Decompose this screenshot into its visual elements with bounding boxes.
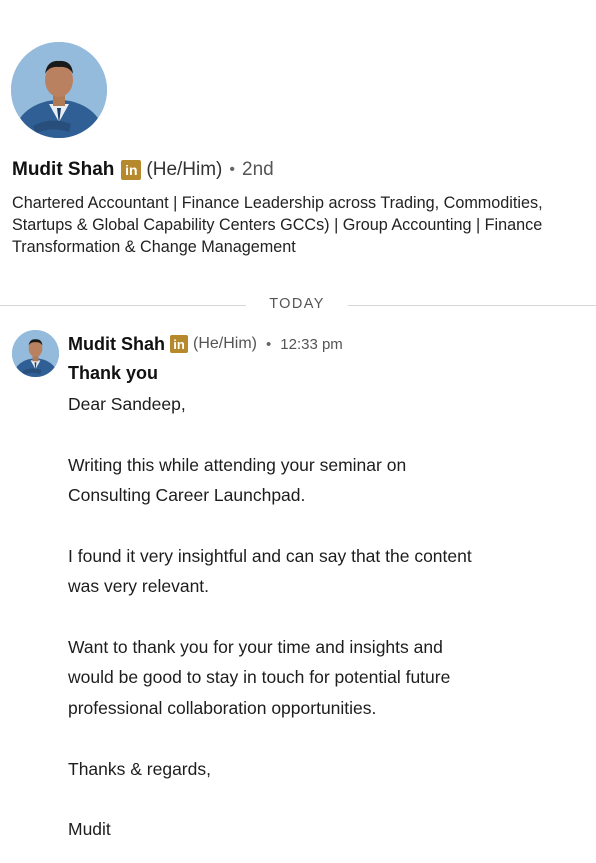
- profile-photo: [11, 42, 107, 138]
- profile-pronouns: (He/Him): [146, 159, 223, 180]
- date-divider-line-left: [0, 305, 246, 306]
- connection-degree: 2nd: [242, 159, 274, 180]
- message-timestamp: 12:33 pm: [280, 335, 343, 353]
- message-line: Want to thank you for your time and insi…: [68, 637, 443, 657]
- sender-name[interactable]: Mudit Shah: [68, 334, 165, 355]
- message-line: Mudit: [68, 819, 111, 839]
- profile-avatar[interactable]: [11, 42, 107, 138]
- profile-name[interactable]: Mudit Shah: [12, 159, 114, 181]
- message-line: was very relevant.: [68, 576, 210, 596]
- sender-avatar[interactable]: [12, 330, 59, 377]
- profile-headline: Chartered Accountant | Finance Leadershi…: [12, 194, 543, 256]
- message-subject: Thank you: [68, 363, 159, 383]
- message-header: Mudit Shah in (He/Him) • 12:33 pm: [68, 331, 343, 357]
- sender-photo: [12, 330, 59, 377]
- date-divider-label: TODAY: [269, 296, 325, 312]
- message-line: Consulting Career Launchpad.: [68, 485, 306, 505]
- sender-pronouns: (He/Him): [193, 335, 257, 352]
- message-line: Writing this while attending your semina…: [68, 455, 407, 475]
- linkedin-premium-icon: in: [121, 160, 142, 180]
- message-line: Thanks & regards,: [68, 759, 211, 779]
- message-line: professional collaboration opportunities…: [68, 698, 377, 718]
- message-line: Dear Sandeep,: [68, 394, 186, 414]
- separator-dot: •: [266, 335, 272, 353]
- message-line: would be good to stay in touch for poten…: [68, 667, 451, 687]
- linkedin-premium-icon: in: [170, 335, 188, 353]
- date-divider-line-right: [348, 305, 596, 306]
- profile-name-row: Mudit Shah in (He/Him) • 2nd: [12, 156, 274, 184]
- message-line: I found it very insightful and can say t…: [68, 546, 472, 566]
- separator-dot: •: [229, 161, 235, 178]
